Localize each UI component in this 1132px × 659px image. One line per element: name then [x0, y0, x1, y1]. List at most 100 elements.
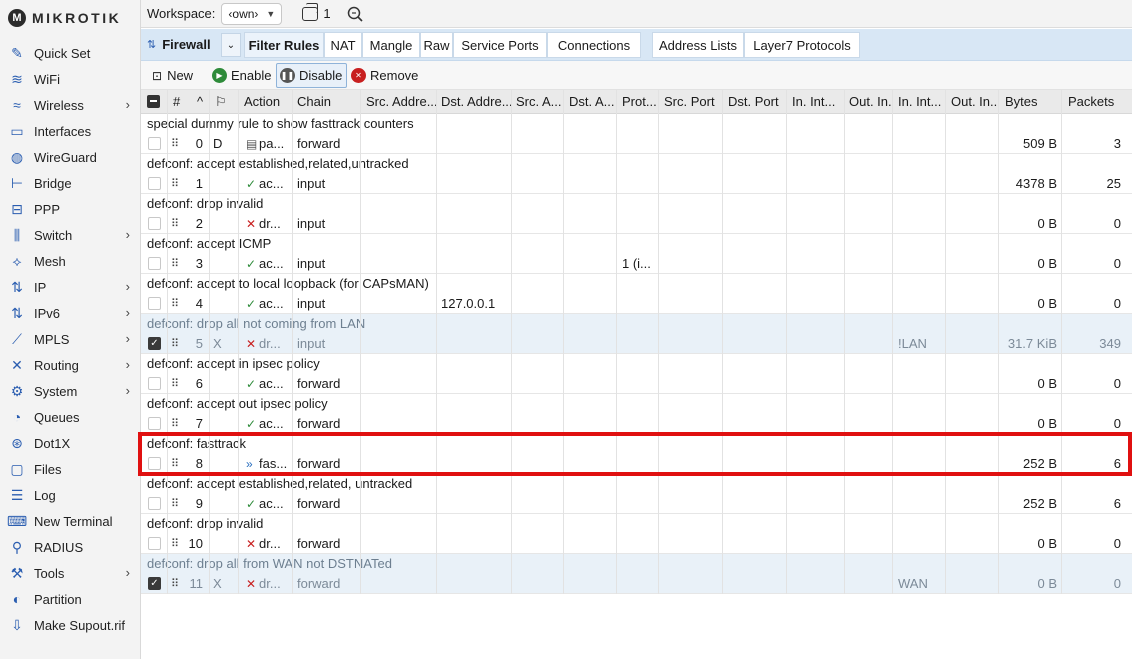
row-checkbox[interactable]: [148, 257, 161, 270]
rule-in-interface-list: [898, 134, 945, 154]
column-header[interactable]: Dst. Addre...: [441, 90, 511, 114]
rule-comment: defconf: accept to local loopback (for C…: [147, 276, 429, 291]
firewall-menu-dropdown[interactable]: ⌄: [221, 33, 241, 57]
sidebar-item-quick-set[interactable]: ✎ Quick Set: [0, 40, 140, 66]
enable-button[interactable]: ▶ Enable: [212, 63, 271, 88]
firewall-icon: ⇅: [147, 39, 157, 51]
row-checkbox[interactable]: ✓: [148, 577, 161, 590]
rule-action: ✕ dr...: [246, 574, 291, 594]
sidebar-item-switch[interactable]: ⫼ Switch ›: [0, 222, 140, 248]
rule-bytes: 4378 B: [1015, 176, 1057, 191]
play-icon: ▶: [212, 68, 227, 83]
row-checkbox[interactable]: [148, 537, 161, 550]
row-checkbox[interactable]: [148, 177, 161, 190]
column-header[interactable]: Action: [244, 90, 289, 114]
sidebar-item-queues[interactable]: ◔ Queues: [0, 404, 140, 430]
rule-in-interface-list: !LAN: [898, 336, 927, 351]
table-row[interactable]: defconf: fasttrack ⠿ 8» fas... forward 252 B6: [141, 434, 1132, 474]
column-header[interactable]: #: [173, 90, 193, 114]
sidebar-item-ppp[interactable]: ⊟ PPP: [0, 196, 140, 222]
tab-connections[interactable]: Connections: [547, 32, 641, 58]
sidebar-item-mesh[interactable]: ⟡ Mesh: [0, 248, 140, 274]
sidebar-item-routing[interactable]: ✕ Routing ›: [0, 352, 140, 378]
sidebar-item-wifi[interactable]: ≋ WiFi: [0, 66, 140, 92]
rule-in-interface-list: [898, 534, 945, 554]
column-header[interactable]: Out. In...: [849, 90, 892, 114]
column-header[interactable]: Packets: [1068, 90, 1126, 114]
row-checkbox[interactable]: [148, 457, 161, 470]
rule-dst-address: [441, 414, 511, 434]
table-row[interactable]: defconf: accept out ipsec policy ⠿ 7 ✓ ac...…: [141, 394, 1132, 434]
sidebar-item-ip[interactable]: ⇅ IP ›: [0, 274, 140, 300]
sidebar-item-new-terminal[interactable]: ⌨ New Terminal: [0, 508, 140, 534]
column-header[interactable]: Dst. A...: [569, 90, 616, 114]
sidebar-item-make-supout-rif[interactable]: ⇩ Make Supout.rif: [0, 612, 140, 638]
sort-asc-icon[interactable]: ^: [197, 90, 207, 114]
sidebar-item-label: Quick Set: [34, 45, 91, 61]
sidebar-item-mpls[interactable]: ⟋ MPLS ›: [0, 326, 140, 352]
new-button[interactable]: ⊡ New: [152, 63, 193, 88]
sidebar-item-files[interactable]: ▢ Files: [0, 456, 140, 482]
disable-button[interactable]: ❚❚ Disable: [276, 63, 348, 88]
rule-dst-address: [441, 374, 511, 394]
tab-nat[interactable]: NAT: [324, 32, 362, 58]
rule-action: ✓ ac...: [246, 174, 291, 194]
workspace-select[interactable]: ‹own› ▼: [221, 2, 283, 25]
table-row[interactable]: defconf: drop all from WAN not DSTNATed ✓…: [141, 554, 1132, 594]
search-icon[interactable]: [347, 6, 363, 22]
windows-icon[interactable]: [302, 2, 319, 21]
column-header[interactable]: In. Int...: [792, 90, 844, 114]
table-row[interactable]: defconf: drop invalid ⠿ 10 ✕ dr... forward 0 B…: [141, 514, 1132, 554]
table-row[interactable]: defconf: accept established,related, unt…: [141, 474, 1132, 514]
column-header[interactable]: Src. Addre...: [366, 90, 436, 114]
sidebar-item-ipv6[interactable]: ⇅ IPv6 ›: [0, 300, 140, 326]
row-checkbox[interactable]: [148, 217, 161, 230]
rule-dst-address: [441, 214, 511, 234]
column-header[interactable]: Dst. Port: [728, 90, 786, 114]
column-header[interactable]: Bytes: [1005, 90, 1059, 114]
row-checkbox[interactable]: [148, 377, 161, 390]
row-checkbox[interactable]: [148, 417, 161, 430]
rule-chain: forward: [297, 496, 341, 511]
tab-layer7-protocols[interactable]: Layer7 Protocols: [744, 32, 860, 58]
table-row[interactable]: defconf: drop invalid ⠿ 2 ✕ dr... input 0 B0: [141, 194, 1132, 234]
new-label: New: [167, 68, 194, 83]
sidebar-item-interfaces[interactable]: ▭ Interfaces: [0, 118, 140, 144]
select-all-checkbox[interactable]: [147, 95, 160, 108]
tab-mangle[interactable]: Mangle: [362, 32, 420, 58]
table-row[interactable]: defconf: accept in ipsec policy ⠿ 6 ✓ ac... f…: [141, 354, 1132, 394]
column-header[interactable]: Chain: [297, 90, 357, 114]
tab-filter-rules[interactable]: Filter Rules: [244, 32, 324, 58]
table-row[interactable]: special dummy rule to show fasttrack cou…: [141, 114, 1132, 154]
rule-number: 0: [195, 136, 203, 151]
tab-service-ports[interactable]: Service Ports: [453, 32, 547, 58]
column-header[interactable]: Prot...: [622, 90, 658, 114]
table-row[interactable]: defconf: accept established,related,untr…: [141, 154, 1132, 194]
table-row[interactable]: defconf: accept ICMP ⠿ 3 ✓ ac... input 1 (i...…: [141, 234, 1132, 274]
sidebar-item-radius[interactable]: ⚲ RADIUS: [0, 534, 140, 560]
rule-packets: 0: [1113, 536, 1121, 551]
sidebar-item-system[interactable]: ⚙ System ›: [0, 378, 140, 404]
row-checkbox[interactable]: [148, 297, 161, 310]
sidebar-item-log[interactable]: ☰ Log: [0, 482, 140, 508]
sidebar-item-partition[interactable]: ◐ Partition: [0, 586, 140, 612]
table-row[interactable]: defconf: drop all not coming from LAN ✓ ⠿ 5…: [141, 314, 1132, 354]
column-header[interactable]: Out. In...: [951, 90, 998, 114]
column-header[interactable]: Src. A...: [516, 90, 563, 114]
row-checkbox[interactable]: ✓: [148, 337, 161, 350]
sidebar-item-bridge[interactable]: ⊢ Bridge: [0, 170, 140, 196]
remove-button[interactable]: ✕ Remove: [351, 63, 418, 88]
tab-address-lists[interactable]: Address Lists: [652, 32, 744, 58]
rule-protocol: [622, 174, 658, 194]
sidebar-item-wireguard[interactable]: ◍ WireGuard: [0, 144, 140, 170]
row-checkbox[interactable]: [148, 497, 161, 510]
row-checkbox[interactable]: [148, 137, 161, 150]
sidebar-item-dot1x[interactable]: ⊛ Dot1X: [0, 430, 140, 456]
tab-raw[interactable]: Raw: [420, 32, 453, 58]
column-header[interactable]: Src. Port: [664, 90, 722, 114]
sidebar-item-wireless[interactable]: ≈ Wireless ›: [0, 92, 140, 118]
table-row[interactable]: defconf: accept to local loopback (for C…: [141, 274, 1132, 314]
sidebar-item-tools[interactable]: ⚒ Tools ›: [0, 560, 140, 586]
flag-icon[interactable]: ⚐: [215, 90, 229, 114]
column-header[interactable]: In. Int...: [898, 90, 945, 114]
